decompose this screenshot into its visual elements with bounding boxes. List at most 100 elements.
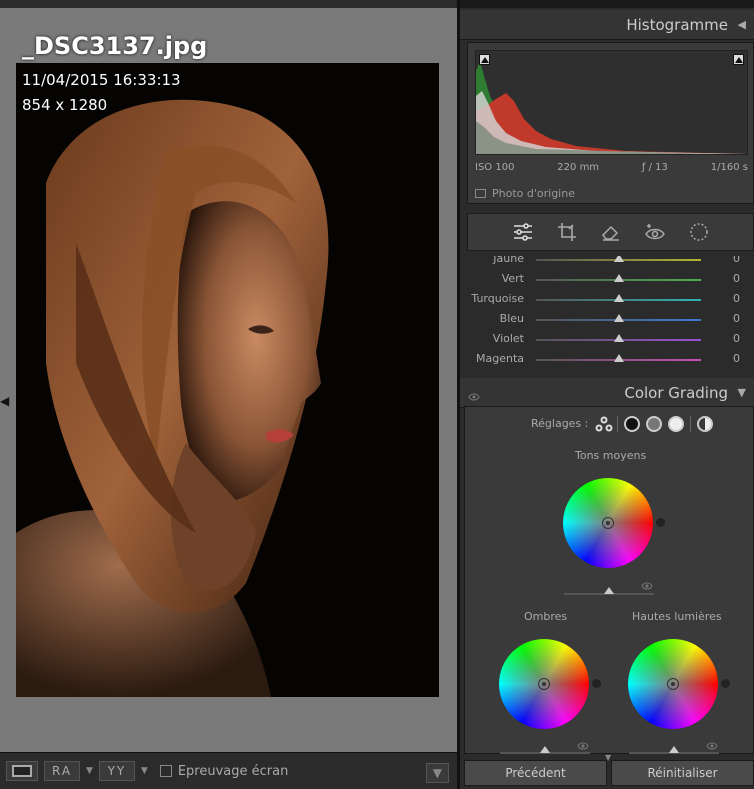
crop-icon[interactable] xyxy=(556,221,578,243)
color-grading-panel: Réglages : Tons moyens Ombres Hautes lum… xyxy=(464,406,754,754)
histogram-graph[interactable] xyxy=(475,50,748,155)
panel-buttons: Précédent Réinitialiser xyxy=(464,760,754,786)
before-after-left-right-button[interactable]: RA xyxy=(44,761,80,781)
slider-thumb[interactable] xyxy=(613,274,624,282)
reset-button[interactable]: Réinitialiser xyxy=(611,760,754,786)
highlights-luminance-slider[interactable] xyxy=(629,746,719,754)
hsl-row-label: Jaune xyxy=(493,256,524,265)
highlights-label: Hautes lumières xyxy=(632,610,722,623)
aperture-value: ƒ / 13 xyxy=(641,162,668,173)
file-name: _DSC3137.jpg xyxy=(22,32,208,60)
original-photo-toggle[interactable]: Photo d'origine xyxy=(475,187,575,200)
sliders-icon[interactable] xyxy=(512,221,534,243)
right-panel: Histogramme ◀ ISO 100 220 mm ƒ / 13 1/16… xyxy=(457,0,754,789)
wheel-handle[interactable] xyxy=(538,678,550,690)
slider-thumb[interactable] xyxy=(669,746,679,753)
iso-value: ISO 100 xyxy=(475,162,515,173)
exif-info: ISO 100 220 mm ƒ / 13 1/160 s xyxy=(475,162,748,173)
highlight-clipping-toggle[interactable] xyxy=(733,54,744,65)
bottom-toolbar: RA ▼ YY ▼ Epreuvage écran ▼ xyxy=(0,752,457,789)
soft-proofing-checkbox[interactable] xyxy=(159,765,172,777)
hsl-row-turquoise: Turquoise 0 xyxy=(460,290,754,310)
loupe-icon xyxy=(12,765,32,777)
file-dimensions: 854 x 1280 xyxy=(22,96,108,114)
hsl-row-value: 0 xyxy=(733,312,740,325)
focal-length-value: 220 mm xyxy=(557,162,600,173)
eraser-icon[interactable] xyxy=(600,221,622,243)
midtones-dot-icon[interactable] xyxy=(656,518,665,527)
chevron-down-icon[interactable]: ▼ xyxy=(86,766,93,776)
hsl-row-value: 0 xyxy=(733,292,740,305)
histogram-header[interactable]: Histogramme ◀ xyxy=(460,10,754,40)
loupe-view-button[interactable] xyxy=(6,761,38,781)
hsl-row-bleu: Bleu 0 xyxy=(460,310,754,330)
shadows-label: Ombres xyxy=(524,610,568,623)
original-photo-label: Photo d'origine xyxy=(492,187,575,200)
shadows-luminance-slider[interactable] xyxy=(500,746,590,754)
hsl-row-value: 0 xyxy=(733,332,740,345)
soft-proofing-label: Epreuvage écran xyxy=(177,763,289,779)
wheel-handle[interactable] xyxy=(602,517,614,529)
slider-thumb[interactable] xyxy=(604,587,614,594)
histogram-title: Histogramme xyxy=(626,16,728,34)
slider-thumb[interactable] xyxy=(540,746,550,753)
slider-thumb[interactable] xyxy=(613,256,624,262)
adjust-label: Réglages : xyxy=(531,417,589,430)
red-eye-icon[interactable] xyxy=(644,221,666,243)
highlights-mode-icon[interactable] xyxy=(668,416,684,432)
three-way-icon[interactable] xyxy=(595,416,613,432)
color-grading-title: Color Grading xyxy=(624,384,728,402)
mode-divider xyxy=(617,416,618,432)
collapse-icon[interactable]: ◀ xyxy=(738,18,746,31)
original-photo-checkbox[interactable] xyxy=(475,189,486,198)
toolbar-menu-button[interactable]: ▼ xyxy=(425,763,449,783)
slider-thumb[interactable] xyxy=(613,334,624,342)
shadows-mode-icon[interactable] xyxy=(624,416,640,432)
midtones-mode-icon[interactable] xyxy=(646,416,662,432)
hsl-row-value: 0 xyxy=(733,352,740,365)
file-date: 11/04/2015 16:33:13 xyxy=(22,71,181,89)
eye-icon[interactable] xyxy=(641,575,653,594)
eye-icon[interactable] xyxy=(468,386,480,405)
global-mode-icon[interactable] xyxy=(697,416,713,432)
hsl-row-label: Turquoise xyxy=(471,292,524,305)
highlights-color-wheel[interactable] xyxy=(628,639,718,729)
collapse-icon[interactable]: ▼ xyxy=(738,386,746,399)
left-panel-toggle-icon[interactable]: ◀ xyxy=(0,394,9,408)
slider-thumb[interactable] xyxy=(613,294,624,302)
soft-proofing-toggle[interactable]: Epreuvage écran xyxy=(159,763,289,779)
histogram-chart xyxy=(476,61,747,154)
shadow-clipping-toggle[interactable] xyxy=(479,54,490,65)
slider-thumb[interactable] xyxy=(613,354,624,362)
hsl-row-label: Vert xyxy=(501,272,524,285)
shadows-color-wheel[interactable] xyxy=(499,639,589,729)
hsl-row-vert: Vert 0 xyxy=(460,270,754,290)
shadows-dot-icon[interactable] xyxy=(592,679,601,688)
shutter-speed-value: 1/160 s xyxy=(710,162,748,173)
photo-preview[interactable] xyxy=(16,63,439,697)
chevron-down-icon[interactable]: ▼ xyxy=(141,766,148,776)
tool-strip xyxy=(467,213,754,251)
hsl-row-label: Bleu xyxy=(499,312,524,325)
hsl-row-magenta: Magenta 0 xyxy=(460,350,754,370)
midtones-luminance-slider[interactable] xyxy=(564,587,654,595)
hsl-row-value: 0 xyxy=(733,272,740,285)
wheel-handle[interactable] xyxy=(667,678,679,690)
color-grading-header[interactable]: Color Grading ▼ xyxy=(460,378,754,408)
hsl-row-label: Violet xyxy=(492,332,524,345)
highlights-dot-icon[interactable] xyxy=(721,679,730,688)
portrait-image xyxy=(16,63,439,697)
before-after-top-bottom-button[interactable]: YY xyxy=(98,761,135,781)
hsl-row-value: 0 xyxy=(733,256,740,265)
hsl-row-jaune: Jaune 0 xyxy=(460,256,754,270)
mode-divider xyxy=(690,416,691,432)
previous-button[interactable]: Précédent xyxy=(464,760,607,786)
lightroom-develop-window: _DSC3137.jpg 11/04/2015 16:33:13 854 x 1… xyxy=(0,0,754,789)
hsl-row-violet: Violet 0 xyxy=(460,330,754,350)
hsl-row-label: Magenta xyxy=(475,352,524,365)
panel-top-strip xyxy=(460,0,754,8)
slider-thumb[interactable] xyxy=(613,314,624,322)
midtones-color-wheel[interactable] xyxy=(563,478,653,568)
image-viewer: _DSC3137.jpg 11/04/2015 16:33:13 854 x 1… xyxy=(0,0,457,752)
mask-icon[interactable] xyxy=(688,221,710,243)
